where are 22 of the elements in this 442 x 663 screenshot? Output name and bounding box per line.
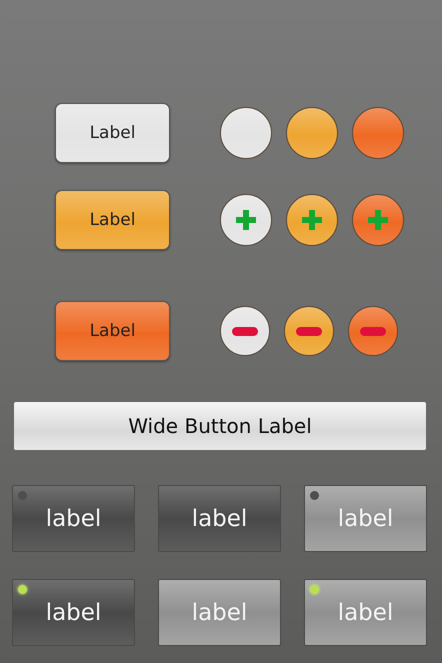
- label-button[interactable]: Label: [55, 103, 170, 163]
- wide-button[interactable]: Wide Button Label: [13, 401, 427, 451]
- tile-button[interactable]: label: [12, 579, 135, 646]
- round-button[interactable]: [348, 306, 398, 356]
- label-button[interactable]: Label: [55, 190, 170, 250]
- tile-button[interactable]: label: [12, 485, 135, 552]
- round-button[interactable]: [220, 194, 272, 246]
- plus-icon: [236, 210, 256, 230]
- label-button[interactable]: Label: [55, 301, 170, 361]
- plus-icon: [368, 210, 388, 230]
- minus-icon: [296, 326, 322, 336]
- round-button[interactable]: [220, 306, 270, 356]
- round-button[interactable]: [284, 306, 334, 356]
- round-button[interactable]: [286, 107, 338, 159]
- round-button[interactable]: [220, 107, 272, 159]
- plus-icon: [302, 210, 322, 230]
- round-button[interactable]: [286, 194, 338, 246]
- minus-icon: [360, 326, 386, 336]
- tile-button[interactable]: label: [158, 485, 281, 552]
- minus-icon: [232, 326, 258, 336]
- round-button[interactable]: [352, 194, 404, 246]
- round-button[interactable]: [352, 107, 404, 159]
